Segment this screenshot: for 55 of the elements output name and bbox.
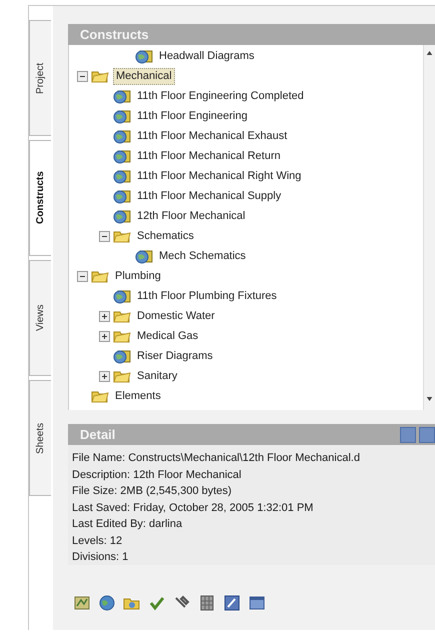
drawing-icon [113, 168, 131, 184]
drawing-icon [135, 248, 153, 264]
window-icon [248, 594, 266, 612]
globe-icon [98, 594, 116, 612]
detail-text: Levels: 12 [72, 534, 124, 548]
tree-item[interactable]: Mechanical [113, 68, 175, 84]
tree-item[interactable]: Plumbing [113, 268, 163, 284]
tree-item[interactable]: Sanitary [135, 368, 180, 384]
side-tab[interactable]: Sheets [29, 380, 51, 496]
detail-text: File Size: 2MB (2,545,300 bytes) [72, 484, 233, 499]
tree-item[interactable]: Headwall Diagrams [157, 48, 256, 64]
drawing-icon [135, 48, 153, 64]
grid-icon [198, 594, 216, 612]
detail-text: File Name: Constructs\Mechanical\12th Floor Mechanical.d [72, 451, 361, 466]
side-tab[interactable]: Project [29, 20, 51, 136]
tree-item[interactable]: 11th Floor Mechanical Right Wing [135, 168, 304, 184]
panel-title: Constructs [68, 24, 435, 45]
collapse-icon[interactable] [77, 70, 88, 82]
tree-item[interactable]: Domestic Water [135, 308, 217, 324]
tree-item[interactable]: Medical Gas [135, 328, 200, 344]
pencil-icon [223, 594, 241, 612]
tree-item[interactable]: 11th Floor Mechanical Supply [135, 188, 284, 204]
drawing-icon [113, 88, 131, 104]
tree-item[interactable]: 11th Floor Mechanical Exhaust [135, 128, 290, 144]
panel-title: Detail [80, 426, 116, 444]
drawing-icon [113, 188, 131, 204]
scrollbar[interactable] [423, 45, 435, 410]
drawing-icon [113, 288, 131, 304]
expand-icon[interactable] [99, 330, 110, 342]
detail-text: Divisions: 1 [72, 550, 130, 565]
side-tab[interactable]: Constructs [29, 140, 51, 256]
drawing-icon [113, 348, 131, 364]
tree-item[interactable]: 11th Floor Plumbing Fixtures [135, 288, 279, 304]
detail-text: Last Saved: Friday, October 28, 2005 1:32:01 PM [72, 500, 314, 516]
tree-item[interactable]: Mech Schematics [157, 248, 248, 264]
map-icon [73, 594, 91, 612]
tree-item[interactable]: 11th Floor Engineering [135, 108, 250, 124]
tree-item[interactable]: Riser Diagrams [135, 348, 215, 364]
collapse-icon[interactable] [99, 230, 110, 242]
drawing-icon [113, 148, 131, 164]
expand-icon[interactable] [99, 310, 110, 322]
drawing-icon [113, 128, 131, 144]
tree-item[interactable]: 11th Floor Mechanical Return [135, 148, 282, 164]
detail-text: Last Edited By: darlina [72, 517, 184, 532]
check-icon [148, 594, 166, 612]
side-tab[interactable]: Views [29, 260, 51, 376]
drawing-icon [113, 108, 131, 124]
drawing-icon [113, 208, 131, 224]
expand-icon[interactable] [99, 370, 110, 382]
collapse-icon[interactable] [77, 270, 88, 282]
tree-item[interactable]: Elements [113, 388, 163, 404]
tree-item[interactable]: Schematics [135, 228, 196, 244]
detail-text: Description: 12th Floor Mechanical [72, 468, 242, 482]
tree-item[interactable]: 12th Floor Mechanical [135, 208, 248, 224]
tree-item[interactable]: 11th Floor Engineering Completed [135, 88, 306, 104]
